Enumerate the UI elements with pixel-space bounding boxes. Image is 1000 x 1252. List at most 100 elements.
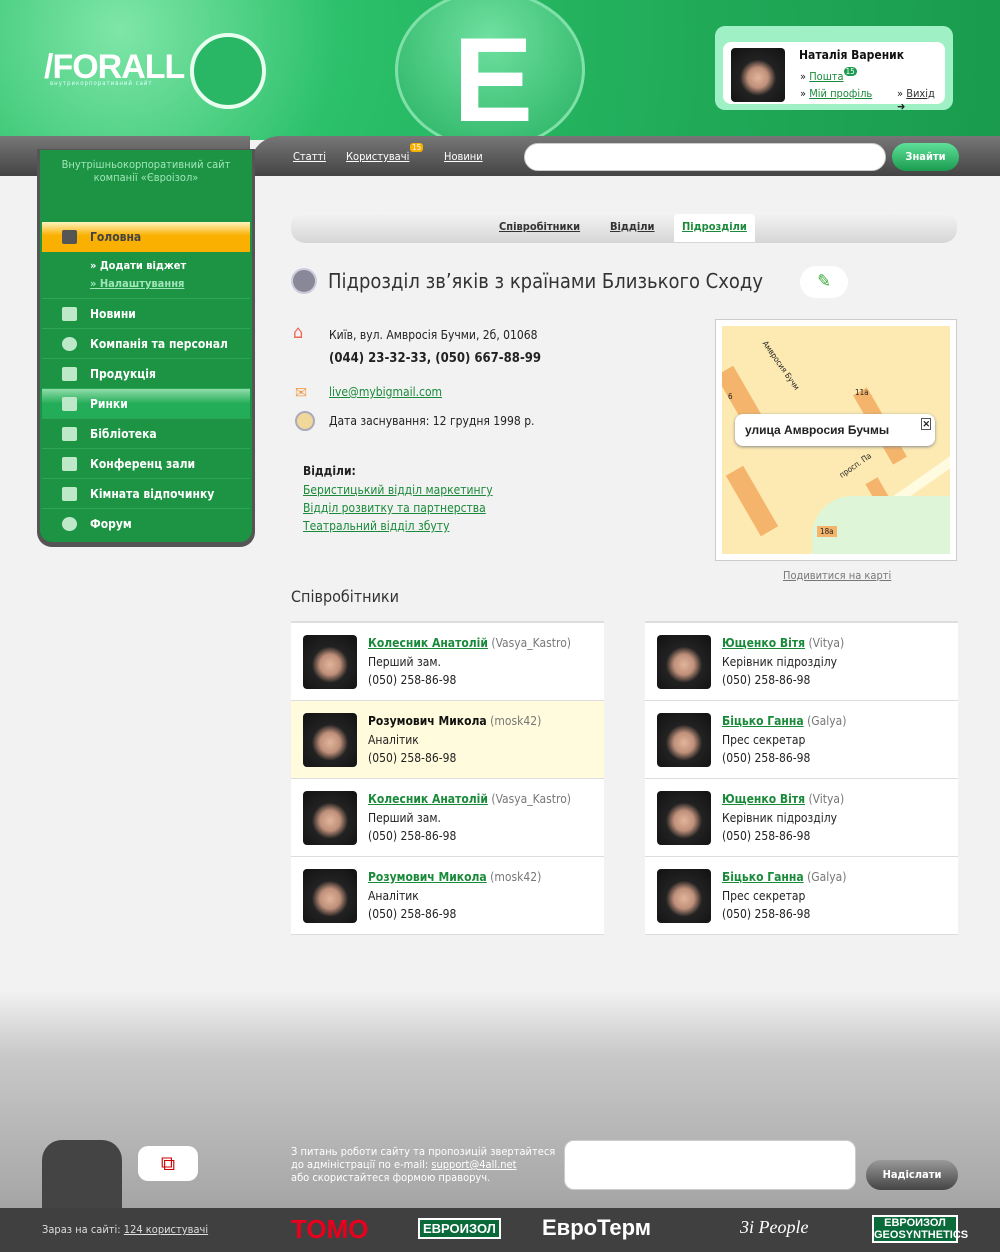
employee-avatar[interactable] — [657, 635, 711, 689]
home-icon — [62, 230, 77, 244]
partner-logo-3i-people[interactable]: 3i People — [740, 1217, 808, 1238]
employee-card: Біцько Ганна (Galya) Прес секретар (050) 2… — [645, 857, 958, 935]
nav-users[interactable]: Користувачі — [346, 150, 409, 163]
employee-card: Розумович Микола (mosk42) Аналітик (050) 2… — [291, 857, 604, 935]
employee-role: Перший зам. — [368, 655, 441, 669]
employee-card: Розумович Микола (mosk42) Аналітик (050) 2… — [291, 701, 604, 779]
search-button[interactable]: Знайти — [892, 143, 959, 171]
sidebar-item-company[interactable]: Компанія та персонал — [42, 328, 250, 358]
sidebar-item-conference[interactable]: Конференц зали — [42, 448, 250, 478]
map-label: просп. Па — [837, 451, 874, 480]
sidebar-item-forum[interactable]: Форум — [42, 508, 250, 538]
employee-avatar[interactable] — [303, 635, 357, 689]
employee-role: Прес секретар — [722, 889, 806, 903]
partner-logo-evroizol-geo[interactable]: ЕВРОИЗОЛ GEOSYNTHETICS — [872, 1215, 968, 1243]
employee-login: (mosk42) — [490, 714, 542, 728]
online-users: Зараз на сайті: 124 користувачі — [42, 1223, 209, 1236]
employee-avatar[interactable] — [303, 713, 357, 767]
employee-login: (Vasya_Kastro) — [491, 792, 572, 806]
employee-role: Перший зам. — [368, 811, 441, 825]
employee-name-link[interactable]: Ющенко Вітя — [722, 636, 805, 650]
employee-login: (mosk42) — [490, 870, 542, 884]
employee-phone: (050) 258-86-98 — [368, 907, 457, 921]
edit-pencil-icon[interactable]: ✎ — [800, 266, 848, 298]
people-silhouette-icon — [42, 1140, 122, 1208]
map-label: Амвросия Бучм — [760, 339, 802, 392]
users-badge: 15 — [410, 143, 424, 152]
email-link[interactable]: live@mybigmail.com — [329, 385, 442, 399]
employee-name-link[interactable]: Ющенко Вітя — [722, 792, 805, 806]
partner-logo-tomo[interactable]: TOMO — [291, 1214, 369, 1245]
sidebar-item-rest-room[interactable]: Кімната відпочинку — [42, 478, 250, 508]
nav-articles[interactable]: Статті — [293, 150, 326, 163]
employee-phone: (050) 258-86-98 — [368, 751, 457, 765]
department-link[interactable]: Відділ розвитку та партнерства — [303, 501, 486, 515]
employee-card: Ющенко Вітя (Vitya) Керівник підрозділу (0… — [645, 623, 958, 701]
employees-heading: Співробітники — [291, 587, 399, 606]
employee-avatar[interactable] — [657, 791, 711, 845]
sidebar-tagline: Внутрішньокорпоративний сайт компанії «Є… — [61, 158, 231, 184]
partner-logo-evroterm[interactable]: ЕвроТерм — [542, 1215, 651, 1241]
department-link[interactable]: Беристицький відділ маркетингу — [303, 483, 493, 497]
employee-name-link[interactable]: Біцько Ганна — [722, 870, 804, 884]
logout-link[interactable]: Вихід — [906, 87, 935, 100]
nav-news[interactable]: Новини — [444, 150, 483, 163]
tab-employees[interactable]: Співробітники — [499, 220, 580, 233]
tab-departments[interactable]: Відділи — [610, 220, 655, 233]
department-link[interactable]: Театральний відділ збуту — [303, 519, 449, 533]
employee-name-link[interactable]: Колесник Анатолій — [368, 792, 488, 806]
employee-card: Колесник Анатолій (Vasya_Kastro) Перший з… — [291, 779, 604, 857]
close-icon[interactable]: ✕ — [921, 418, 931, 430]
employee-name-link[interactable]: Колесник Анатолій — [368, 636, 488, 650]
sidebar-sub-add-widget[interactable]: » Додати віджет — [90, 259, 186, 272]
profile-link[interactable]: Мій профіль — [809, 87, 872, 100]
tab-subdivisions[interactable]: Підрозділи — [674, 214, 755, 242]
view-map-link[interactable]: Подивитися на карті — [783, 569, 891, 582]
map[interactable]: Амвросия Бучм 11а 6 просп. Па 18а улица … — [715, 319, 957, 561]
arrow-right-icon: ➜ — [897, 100, 906, 113]
partner-logo-evroizol[interactable]: ЕВРОИЗОЛ — [418, 1218, 501, 1239]
sidebar-item-home[interactable]: Головна — [42, 222, 250, 252]
sidebar-item-products[interactable]: Продукція — [42, 358, 250, 388]
page-title: Підрозділ зв’яків з країнами Близького С… — [328, 269, 763, 293]
employee-name-link[interactable]: Біцько Ганна — [722, 714, 804, 728]
employee-avatar[interactable] — [657, 869, 711, 923]
employee-name-link[interactable]: Розумович Микола — [368, 714, 487, 728]
mail-badge: 15 — [843, 67, 857, 76]
support-email-link[interactable]: support@4all.net — [431, 1158, 516, 1171]
employee-avatar[interactable] — [303, 791, 357, 845]
user-name: Наталія Вареник — [799, 48, 905, 62]
employee-name-link[interactable]: Розумович Микола — [368, 870, 487, 884]
subdivision-icon — [291, 268, 317, 294]
feedback-textarea[interactable] — [564, 1140, 856, 1190]
search-input[interactable] — [524, 143, 886, 171]
footer-contact: З питань роботи сайту та пропозицій звер… — [291, 1145, 556, 1184]
rss-icon — [62, 307, 77, 321]
employee-role: Аналітик — [368, 733, 419, 747]
sidebar-sub-settings[interactable]: » Налаштування — [90, 277, 184, 290]
send-button[interactable]: Надіслати — [866, 1160, 958, 1190]
employee-login: (Vitya) — [808, 636, 845, 650]
employee-card: Біцько Ганна (Galya) Прес секретар (050) 2… — [645, 701, 958, 779]
employee-card: Колесник Анатолій (Vasya_Kastro) Перший з… — [291, 623, 604, 701]
envelope-icon: ✉ — [295, 383, 308, 402]
sidebar-item-markets[interactable]: Ринки — [42, 388, 250, 418]
employee-avatar[interactable] — [303, 869, 357, 923]
employee-login: (Galya) — [807, 870, 847, 884]
employee-login: (Vitya) — [808, 792, 845, 806]
mail-link[interactable]: Пошта — [809, 70, 843, 83]
book-icon — [62, 427, 77, 441]
employee-avatar[interactable] — [657, 713, 711, 767]
feedback-bubble-icon: ⧉ — [138, 1146, 198, 1181]
employee-phone: (050) 258-86-98 — [722, 751, 811, 765]
employee-role: Аналітик — [368, 889, 419, 903]
user-card: Наталія Вареник » Пошта 15 » Мій профіль … — [715, 26, 953, 113]
sidebar-item-library[interactable]: Бібліотека — [42, 418, 250, 448]
sidebar-item-news[interactable]: Новини — [42, 298, 250, 328]
employee-role: Керівник підрозділу — [722, 655, 838, 669]
online-users-link[interactable]: 124 користувачі — [124, 1223, 208, 1236]
clock-icon — [295, 411, 315, 431]
employee-phone: (050) 258-86-98 — [722, 829, 811, 843]
users-icon — [62, 457, 77, 471]
address: Київ, вул. Амвросія Бучми, 2б, 01068 — [329, 328, 538, 342]
